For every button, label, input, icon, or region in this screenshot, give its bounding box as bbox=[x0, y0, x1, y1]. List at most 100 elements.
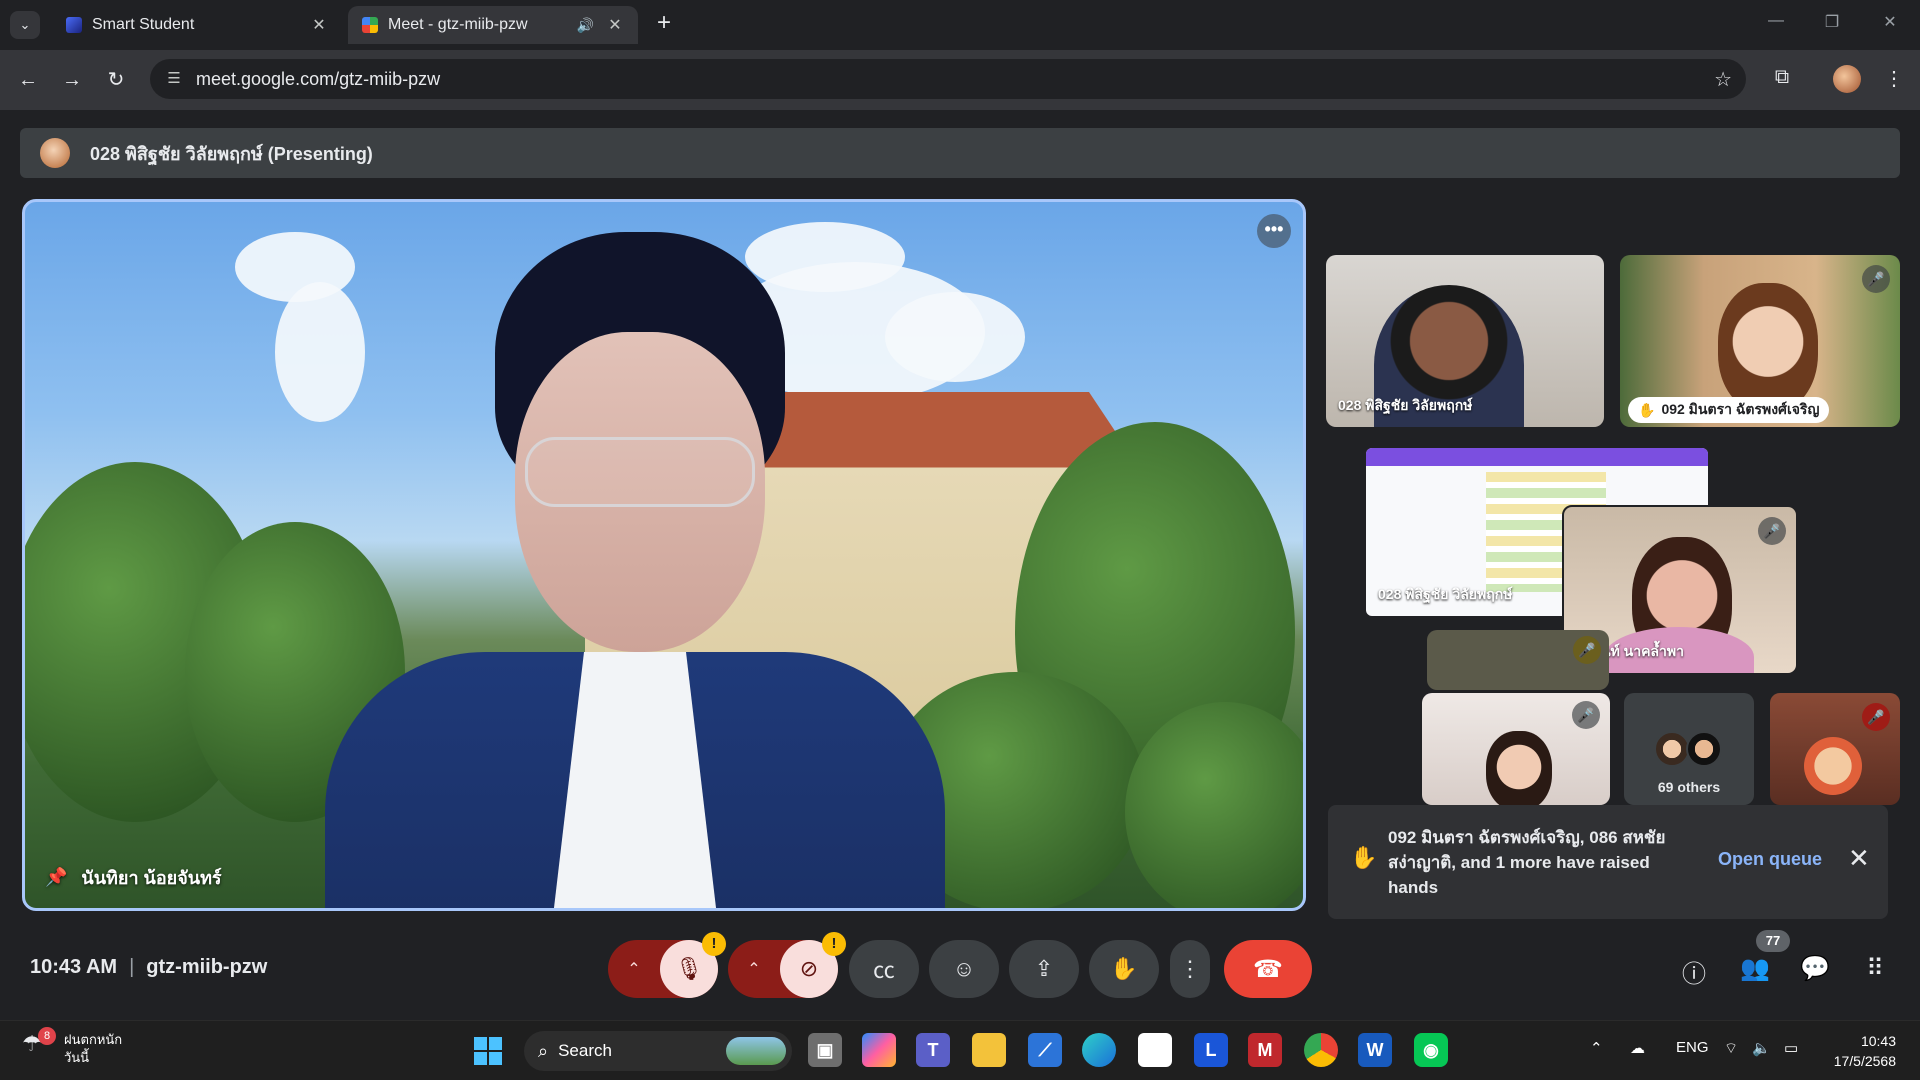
close-tab-icon[interactable]: ✕ bbox=[606, 15, 624, 35]
battery-icon[interactable]: ▭ bbox=[1784, 1039, 1798, 1057]
task-view-icon[interactable]: ▣ bbox=[808, 1033, 842, 1067]
app-icon[interactable]: ⟋ bbox=[1028, 1033, 1062, 1067]
search-highlight-image bbox=[726, 1037, 786, 1065]
windows-taskbar: ☂ 8 ฝนตกหนัก วันนี้ ⌕ Search ▣ T ⟋ L M W … bbox=[0, 1020, 1920, 1080]
participant-tile[interactable]: 028 พิสิฐชัย วิลัยพฤกษ์ bbox=[1326, 255, 1604, 427]
smart-student-favicon-icon bbox=[66, 17, 82, 33]
end-call-icon: ☎ bbox=[1253, 955, 1283, 983]
start-button[interactable] bbox=[474, 1037, 502, 1065]
chevron-up-icon[interactable]: ⌃ bbox=[608, 959, 660, 979]
site-settings-icon[interactable]: ☰ bbox=[164, 69, 184, 89]
chat-icon[interactable]: 💬 bbox=[1798, 954, 1832, 983]
reload-icon[interactable]: ↻ bbox=[102, 66, 130, 94]
more-options-button[interactable]: ⋮ bbox=[1170, 940, 1210, 998]
teams-icon[interactable]: T bbox=[916, 1033, 950, 1067]
speaker-video bbox=[325, 232, 945, 908]
weather-widget[interactable]: ☂ 8 ฝนตกหนัก วันนี้ bbox=[22, 1027, 123, 1067]
edge-icon[interactable] bbox=[1082, 1033, 1116, 1067]
participant-tile[interactable]: 🎤 bbox=[1427, 630, 1609, 690]
taskbar-search[interactable]: ⌕ Search bbox=[524, 1031, 792, 1071]
line-icon[interactable]: ◉ bbox=[1414, 1033, 1448, 1067]
address-bar[interactable]: ☰ meet.google.com/gtz-miib-pzw ☆ bbox=[150, 59, 1746, 99]
more-options-icon[interactable]: ••• bbox=[1257, 214, 1291, 248]
activities-grid-icon[interactable]: ⠿ bbox=[1858, 954, 1892, 983]
raised-hand-icon: ✋ bbox=[1350, 845, 1378, 870]
microsoft-store-icon[interactable] bbox=[1138, 1033, 1172, 1067]
mic-off-icon: 🎤 bbox=[1572, 701, 1600, 729]
umbrella-icon: ☂ 8 bbox=[22, 1027, 56, 1061]
mic-off-icon: 🎤 bbox=[1573, 636, 1601, 664]
mic-off-icon: 🎤 bbox=[1758, 517, 1786, 545]
avatar bbox=[1686, 731, 1722, 767]
participant-count-badge: 77 bbox=[1756, 930, 1790, 952]
forward-arrow-icon[interactable]: → bbox=[58, 66, 86, 94]
participant-tile[interactable]: 🎤 bbox=[1770, 693, 1900, 805]
meet-favicon-icon bbox=[362, 17, 378, 33]
mic-toggle-button[interactable]: 🎙 ! bbox=[660, 932, 726, 998]
pin-icon[interactable]: 📌 bbox=[45, 867, 67, 888]
participant-name: 028 พิสิฐชัย วิลัยพฤกษ์ bbox=[1378, 586, 1513, 602]
chevron-up-icon[interactable]: ⌃ bbox=[728, 959, 780, 979]
emoji-icon: ☺ bbox=[952, 956, 976, 981]
meeting-details-icon[interactable]: ⓘ bbox=[1677, 954, 1711, 989]
reactions-button[interactable]: ☺ bbox=[929, 940, 999, 998]
close-tab-icon[interactable]: ✕ bbox=[310, 15, 328, 35]
l-app-icon[interactable]: L bbox=[1194, 1033, 1228, 1067]
present-screen-icon: ⇪ bbox=[1034, 956, 1054, 981]
camera-toggle-button[interactable]: ⊘ ! bbox=[780, 932, 846, 998]
chevron-up-icon[interactable]: ⌃ bbox=[1590, 1039, 1603, 1057]
copilot-icon[interactable] bbox=[862, 1033, 896, 1067]
meeting-info: 10:43 AM | gtz-miib-pzw bbox=[30, 956, 268, 978]
leave-call-button[interactable]: ☎ bbox=[1224, 940, 1312, 998]
volume-icon[interactable]: 🔈 bbox=[1752, 1039, 1771, 1057]
wifi-icon[interactable]: ⌔ bbox=[1724, 1039, 1738, 1058]
others-tile[interactable]: 69 others bbox=[1624, 693, 1754, 805]
kebab-menu-icon: ⋮ bbox=[1179, 956, 1201, 981]
participant-name-pill: ✋ 092 มินตรา ฉัตรพงศ์เจริญ bbox=[1628, 397, 1830, 423]
url-text[interactable]: meet.google.com/gtz-miib-pzw bbox=[196, 69, 440, 90]
extensions-puzzle-icon[interactable]: ⧉ bbox=[1768, 66, 1796, 89]
speaker-audio-icon[interactable]: 🔊 bbox=[577, 17, 594, 34]
onedrive-cloud-icon[interactable]: ☁ bbox=[1630, 1039, 1645, 1057]
camera-off-icon: ⊘ bbox=[799, 956, 819, 981]
bookmark-star-icon[interactable]: ☆ bbox=[1714, 67, 1732, 92]
mcafee-icon[interactable]: M bbox=[1248, 1033, 1282, 1067]
file-explorer-icon[interactable] bbox=[972, 1033, 1006, 1067]
profile-avatar[interactable] bbox=[1833, 65, 1861, 93]
word-icon[interactable]: W bbox=[1358, 1033, 1392, 1067]
close-window-icon[interactable]: ✕ bbox=[1880, 12, 1900, 32]
tab-smart-student[interactable]: Smart Student ✕ bbox=[52, 6, 342, 44]
weather-text: ฝนตกหนัก bbox=[64, 1032, 123, 1047]
raise-hand-button[interactable]: ✋ bbox=[1089, 940, 1159, 998]
captions-icon: ㏄ bbox=[872, 958, 895, 983]
close-icon[interactable]: ✕ bbox=[1848, 843, 1870, 874]
avatar bbox=[1654, 731, 1690, 767]
new-tab-button[interactable]: + bbox=[650, 10, 678, 38]
back-arrow-icon[interactable]: ← bbox=[14, 66, 42, 94]
tab-label: Smart Student bbox=[92, 16, 195, 33]
microphone-control: ⌃ 🎙 ! bbox=[608, 932, 726, 998]
tab-meet[interactable]: Meet - gtz-miib-pzw 🔊 ✕ bbox=[348, 6, 638, 44]
open-queue-button[interactable]: Open queue bbox=[1718, 849, 1822, 870]
mic-off-icon: 🎙 bbox=[675, 956, 703, 981]
tab-search-button[interactable]: ⌄ bbox=[10, 11, 40, 39]
captions-button[interactable]: ㏄ bbox=[849, 940, 919, 998]
main-speaker-tile[interactable]: ••• 📌 นันทิยา น้อยจันทร์ bbox=[22, 199, 1306, 911]
kebab-menu-icon[interactable]: ⋮ bbox=[1880, 66, 1908, 91]
participant-tile[interactable]: 🎤 ✋ 092 มินตรา ฉัตรพงศ์เจริญ bbox=[1620, 255, 1900, 427]
participant-tile[interactable]: 🎤 bbox=[1422, 693, 1610, 805]
others-label: 69 others bbox=[1657, 779, 1721, 795]
warning-icon: ! bbox=[822, 932, 846, 956]
system-clock[interactable]: 10:43 17/5/2568 bbox=[1826, 1031, 1896, 1071]
minimize-icon[interactable]: — bbox=[1766, 12, 1786, 30]
meeting-time: 10:43 AM bbox=[30, 956, 118, 978]
participant-name: 028 พิสิฐชัย วิลัยพฤกษ์ bbox=[1338, 397, 1473, 413]
language-indicator[interactable]: ENG bbox=[1676, 1039, 1709, 1056]
chrome-icon[interactable] bbox=[1304, 1033, 1338, 1067]
search-label: Search bbox=[558, 1041, 612, 1060]
present-button[interactable]: ⇪ bbox=[1009, 940, 1079, 998]
meeting-code: gtz-miib-pzw bbox=[146, 956, 268, 978]
mic-off-icon: 🎤 bbox=[1862, 703, 1890, 731]
people-icon[interactable]: 👥 bbox=[1738, 954, 1772, 983]
restore-icon[interactable]: ❐ bbox=[1822, 12, 1842, 32]
